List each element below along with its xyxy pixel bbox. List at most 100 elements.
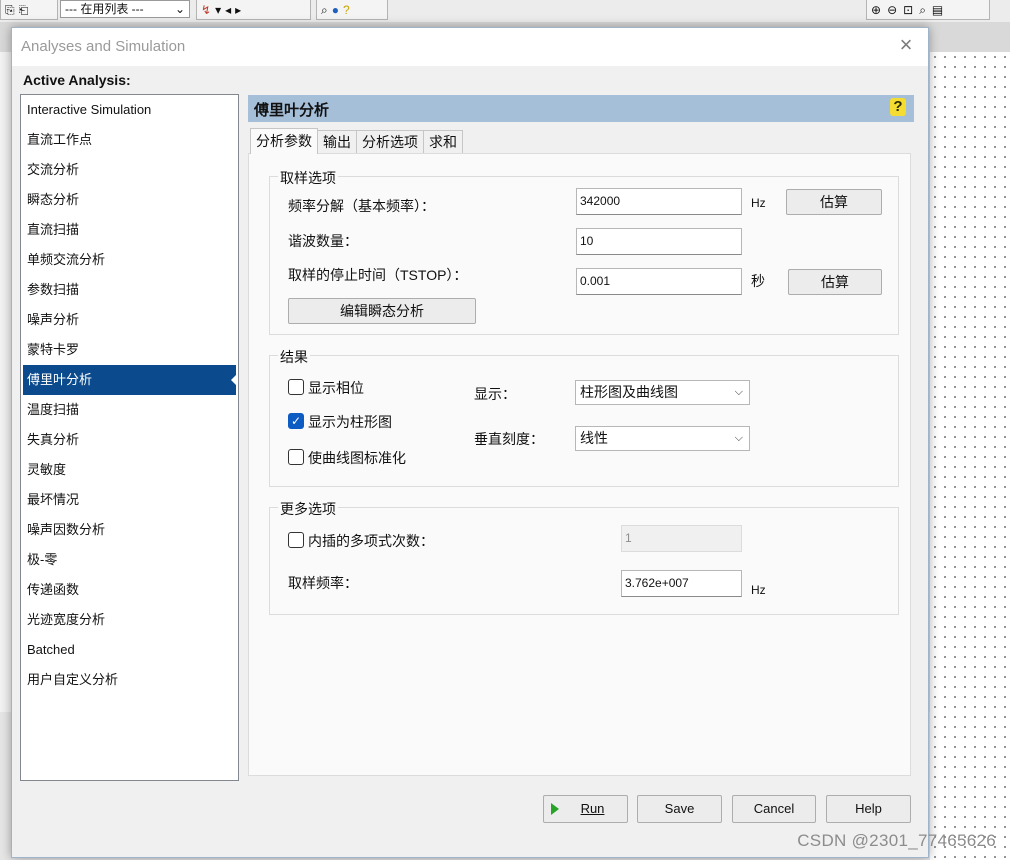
zoom-area-icon[interactable]: ⊡ xyxy=(903,3,913,17)
globe-icon[interactable]: ● xyxy=(332,3,339,17)
sample-rate-input[interactable]: 3.762e+007 xyxy=(621,570,742,597)
display-select-value: 柱形图及曲线图 xyxy=(580,384,678,400)
harmonics-label: 谐波数量： xyxy=(288,233,358,249)
arrow-right-icon[interactable]: ▸ xyxy=(235,3,241,17)
more-options-legend: 更多选项 xyxy=(278,499,338,519)
analysis-list-item[interactable]: 瞬态分析 xyxy=(21,185,238,215)
analysis-list-item[interactable]: 单频交流分析 xyxy=(21,245,238,275)
arrow-left-icon[interactable]: ◂ xyxy=(225,3,231,17)
freq-resolution-input[interactable]: 342000 xyxy=(576,188,742,215)
analyses-dialog: Analyses and Simulation × Active Analysi… xyxy=(11,27,929,858)
estimate-stop-time-button[interactable]: 估算 xyxy=(788,269,882,295)
dialog-title: Analyses and Simulation xyxy=(21,38,186,55)
toolbar-group-left: ⎘ ⎗ xyxy=(0,0,58,20)
harmonics-input[interactable]: 10 xyxy=(576,228,742,255)
zoom-page-icon[interactable]: ▤ xyxy=(932,3,943,17)
analysis-list-item[interactable]: 灵敏度 xyxy=(21,455,238,485)
help-button[interactable]: Help xyxy=(826,795,911,823)
tab-summary[interactable]: 求和 xyxy=(423,130,463,153)
vscale-label: 垂直刻度： xyxy=(474,431,544,447)
tab-analysis-options[interactable]: 分析选项 xyxy=(356,130,424,153)
tab-analysis-params[interactable]: 分析参数 xyxy=(250,128,318,154)
run-button-label: Run xyxy=(580,801,605,816)
analysis-list-item[interactable]: 噪声因数分析 xyxy=(21,515,238,545)
analysis-list-item[interactable]: 蒙特卡罗 xyxy=(21,335,238,365)
chevron-down-icon: ⌵ xyxy=(734,432,743,444)
panel-header: 傅里叶分析 ? xyxy=(248,95,914,122)
toolbar-group-help: ⌕ ● ? xyxy=(316,0,388,20)
show-phase-checkbox[interactable] xyxy=(288,379,304,395)
freq-resolution-label: 频率分解（基本频率）： xyxy=(288,198,435,214)
freq-unit: Hz xyxy=(751,196,766,210)
analysis-list-item[interactable]: 交流分析 xyxy=(21,155,238,185)
in-use-list-combo[interactable]: --- 在用列表 --- ⌄ xyxy=(60,0,190,18)
analysis-list-item[interactable]: 传递函数 xyxy=(21,575,238,605)
save-button[interactable]: Save xyxy=(637,795,722,823)
normalize-label: 使曲线图标准化 xyxy=(308,450,406,466)
help-icon[interactable]: ? xyxy=(343,3,350,17)
analysis-list-item[interactable]: 用户自定义分析 xyxy=(21,665,238,695)
zoom-in-icon[interactable]: ⊕ xyxy=(871,3,881,17)
panel-title: 傅里叶分析 xyxy=(254,102,330,119)
tab-strip: 分析参数 输出 分析选项 求和 xyxy=(250,128,463,154)
close-icon[interactable]: × xyxy=(896,34,916,56)
analysis-list-item[interactable]: 参数扫描 xyxy=(21,275,238,305)
play-icon xyxy=(551,803,559,815)
analysis-list-item[interactable]: 直流工作点 xyxy=(21,125,238,155)
watermark: CSDN @2301_77465626 xyxy=(797,831,996,850)
analysis-list-item[interactable]: 直流扫描 xyxy=(21,215,238,245)
zoom-fit-icon[interactable]: ⌕ xyxy=(919,3,926,17)
more-options-group: 更多选项 内插的多项式次数： 1 取样频率： 3.762e+007 Hz xyxy=(269,499,899,615)
analysis-list[interactable]: Interactive Simulation 直流工作点 交流分析 瞬态分析 直流扫描单… xyxy=(20,94,239,781)
sampling-group: 取样选项 频率分解（基本频率）： 342000 Hz 估算 谐波数量： 10 取… xyxy=(269,168,899,335)
display-select[interactable]: 柱形图及曲线图 ⌵ xyxy=(575,380,750,405)
tab-output[interactable]: 输出 xyxy=(317,130,357,153)
analysis-list-item[interactable]: 失真分析 xyxy=(21,425,238,455)
analysis-list-item[interactable]: 极-零 xyxy=(21,545,238,575)
tab-body: 取样选项 频率分解（基本频率）： 342000 Hz 估算 谐波数量： 10 取… xyxy=(248,153,911,776)
probe-dropdown-icon[interactable]: ▾ xyxy=(215,3,221,17)
in-use-list-value: --- 在用列表 --- xyxy=(65,2,144,16)
sample-rate-unit: Hz xyxy=(751,583,766,597)
show-bar-label: 显示为柱形图 xyxy=(308,414,392,430)
dialog-titlebar[interactable]: Analyses and Simulation × xyxy=(12,28,928,66)
chevron-down-icon: ⌄ xyxy=(174,2,185,16)
chevron-down-icon: ⌵ xyxy=(734,386,743,398)
active-analysis-label: Active Analysis: xyxy=(23,72,131,88)
show-bar-checkbox[interactable]: ✓ xyxy=(288,413,304,429)
stop-time-label: 取样的停止时间（TSTOP）： xyxy=(288,267,468,283)
estimate-freq-button[interactable]: 估算 xyxy=(786,189,882,215)
analysis-list-item[interactable]: 最坏情况 xyxy=(21,485,238,515)
edit-transient-button[interactable]: 编辑瞬态分析 xyxy=(288,298,476,324)
analysis-list-item[interactable]: 傅里叶分析 xyxy=(23,365,237,395)
background-toolbar: ⎘ ⎗ --- 在用列表 --- ⌄ ↯ ▾ ◂ ▸ ⌕ ● ? ⊕ ⊖ ⊡ ⌕… xyxy=(0,0,1010,22)
schematic-canvas[interactable] xyxy=(930,52,1010,860)
cancel-button[interactable]: Cancel xyxy=(732,795,816,823)
run-button[interactable]: Run xyxy=(543,795,628,823)
interp-order-input[interactable]: 1 xyxy=(621,525,742,552)
zoom-out-icon[interactable]: ⊖ xyxy=(887,3,897,17)
results-group: 结果 显示相位 ✓ 显示为柱形图 使曲线图标准化 显示： 柱形图及曲线图 ⌵ 垂… xyxy=(269,347,899,487)
stop-time-input[interactable]: 0.001 xyxy=(576,268,742,295)
help-icon[interactable]: ? xyxy=(890,98,906,116)
interp-checkbox[interactable] xyxy=(288,532,304,548)
sampling-legend: 取样选项 xyxy=(278,168,338,188)
analysis-list-item[interactable]: Interactive Simulation xyxy=(21,95,238,125)
search-icon[interactable]: ⌕ xyxy=(321,3,328,17)
show-phase-label: 显示相位 xyxy=(308,380,364,396)
probe-icon[interactable]: ↯ xyxy=(201,3,211,17)
analysis-list-item[interactable]: 噪声分析 xyxy=(21,305,238,335)
analysis-list-item[interactable]: Batched xyxy=(21,635,238,665)
toolbar-group-zoom: ⊕ ⊖ ⊡ ⌕ ▤ xyxy=(866,0,990,20)
analysis-list-item[interactable]: 温度扫描 xyxy=(21,395,238,425)
vscale-select[interactable]: 线性 ⌵ xyxy=(575,426,750,451)
display-label: 显示： xyxy=(474,386,516,402)
component-icon[interactable]: ⎘ xyxy=(5,3,15,17)
sample-rate-label: 取样频率： xyxy=(288,575,358,591)
normalize-checkbox[interactable] xyxy=(288,449,304,465)
stop-time-unit: 秒 xyxy=(751,273,765,289)
component2-icon[interactable]: ⎗ xyxy=(19,3,29,17)
toolbar-group-probes: ↯ ▾ ◂ ▸ xyxy=(196,0,311,20)
analysis-list-item[interactable]: 光迹宽度分析 xyxy=(21,605,238,635)
interp-label: 内插的多项式次数： xyxy=(308,533,434,549)
